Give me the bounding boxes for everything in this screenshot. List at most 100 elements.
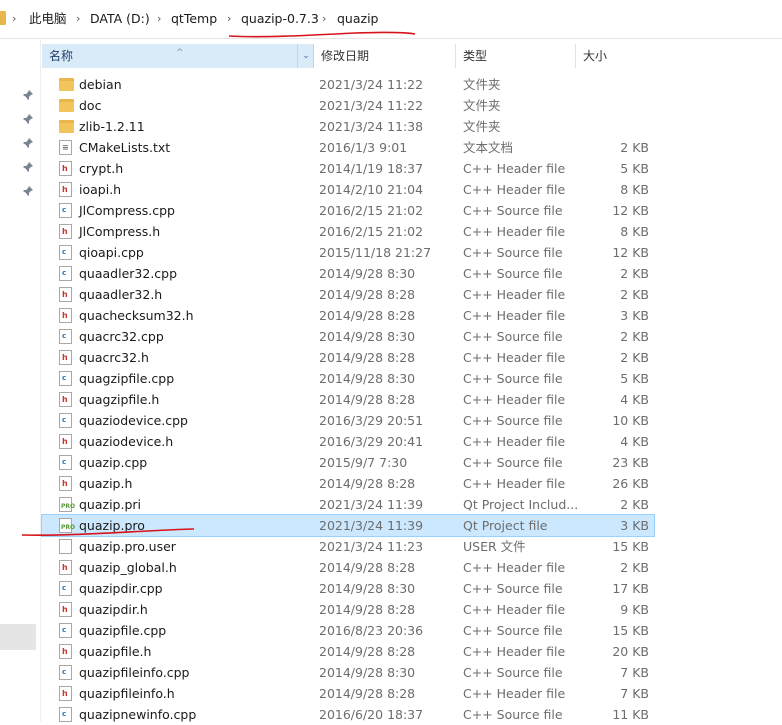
file-type: 文件夹 (463, 119, 501, 134)
navigation-pane[interactable] (0, 39, 41, 722)
file-date: 2015/11/18 21:27 (319, 245, 432, 260)
file-size: 8 KB (620, 224, 649, 239)
file-row[interactable]: c qioapi.cpp 2015/11/18 21:27 C++ Source fi… (42, 242, 654, 263)
file-size: 2 KB (620, 350, 649, 365)
file-type: 文本文档 (463, 140, 514, 155)
file-date: 2014/9/28 8:30 (319, 665, 416, 680)
file-size: 2 KB (620, 140, 649, 155)
pin-icon[interactable] (22, 185, 34, 197)
address-bar[interactable]: › 此电脑 › DATA (D:) › qtTemp › quazip-0.7.… (0, 0, 782, 39)
file-name: quazip.h (79, 476, 133, 491)
file-row[interactable]: c quacrc32.cpp 2014/9/28 8:30 C++ Source fi… (42, 326, 654, 347)
file-name: quazipfileinfo.h (79, 686, 175, 701)
file-row[interactable]: h quachecksum32.h 2014/9/28 8:28 C++ Header… (42, 305, 654, 326)
file-row[interactable]: h quacrc32.h 2014/9/28 8:28 C++ Header file… (42, 347, 654, 368)
header-file-icon: h (59, 476, 72, 491)
file-row[interactable]: c quazipdir.cpp 2014/9/28 8:30 C++ Source f… (42, 578, 654, 599)
file-name: zlib-1.2.11 (79, 119, 145, 134)
chevron-right-icon[interactable]: › (157, 0, 161, 38)
breadcrumb-data-drive[interactable]: DATA (D:) (90, 0, 150, 38)
header-file-icon: h (59, 560, 72, 575)
file-size: 9 KB (620, 602, 649, 617)
file-row[interactable]: c quaziodevice.cpp 2016/3/29 20:51 C++ Sour… (42, 410, 654, 431)
file-row[interactable]: h quaziodevice.h 2016/3/29 20:41 C++ Header… (42, 431, 654, 452)
file-type: Qt Project file (463, 518, 548, 533)
breadcrumb-quazip[interactable]: quazip (337, 0, 379, 38)
file-size: 2 KB (620, 287, 649, 302)
file-date: 2021/3/24 11:22 (319, 98, 424, 113)
file-size: 8 KB (620, 182, 649, 197)
file-size: 23 KB (612, 455, 649, 470)
file-row[interactable]: PRO quazip.pri 2021/3/24 11:39 Qt Project I… (42, 494, 654, 515)
file-row[interactable]: debian 2021/3/24 11:22 文件夹 (42, 74, 654, 95)
pin-icon[interactable] (22, 161, 34, 173)
file-size: 10 KB (612, 413, 649, 428)
header-file-icon: h (59, 224, 72, 239)
file-type: C++ Header file (463, 224, 566, 239)
file-row[interactable]: zlib-1.2.11 2021/3/24 11:38 文件夹 (42, 116, 654, 137)
file-size: 15 KB (612, 539, 649, 554)
file-row[interactable]: c quazip.cpp 2015/9/7 7:30 C++ Source file 2… (42, 452, 654, 473)
file-type: C++ Header file (463, 350, 566, 365)
file-name: JlCompress.cpp (79, 203, 175, 218)
breadcrumb-this-pc[interactable]: 此电脑 (29, 0, 67, 38)
file-row[interactable]: h quagzipfile.h 2014/9/28 8:28 C++ Header f… (42, 389, 654, 410)
breadcrumb-quazip-073[interactable]: quazip-0.7.3 (241, 0, 319, 38)
file-date: 2016/8/23 20:36 (319, 623, 424, 638)
breadcrumb-qttemp[interactable]: qtTemp (171, 0, 217, 38)
pin-icon[interactable] (22, 137, 34, 149)
file-row[interactable]: c quaadler32.cpp 2014/9/28 8:30 C++ Source … (42, 263, 654, 284)
file-row[interactable]: ≡ CMakeLists.txt 2016/1/3 9:01 文本文档 2 KB (42, 137, 654, 158)
file-date: 2014/1/19 18:37 (319, 161, 424, 176)
file-row[interactable]: h quazipdir.h 2014/9/28 8:28 C++ Header fil… (42, 599, 654, 620)
file-size: 2 KB (620, 560, 649, 575)
chevron-right-icon[interactable]: › (227, 0, 231, 38)
pin-icon[interactable] (22, 89, 34, 101)
file-row[interactable]: h crypt.h 2014/1/19 18:37 C++ Header file 5 … (42, 158, 654, 179)
file-type: C++ Header file (463, 161, 566, 176)
pin-icon[interactable] (22, 113, 34, 125)
column-header: 名称 ^ ⌄ 修改日期 类型 大小 (42, 44, 782, 68)
column-header-type[interactable]: 类型 (456, 44, 576, 68)
chevron-right-icon: › (12, 12, 17, 25)
file-type: C++ Source file (463, 665, 563, 680)
file-type: C++ Source file (463, 329, 563, 344)
file-row[interactable]: c quagzipfile.cpp 2014/9/28 8:30 C++ Source… (42, 368, 654, 389)
file-row[interactable]: h quaadler32.h 2014/9/28 8:28 C++ Header fi… (42, 284, 654, 305)
file-row[interactable]: PRO quazip.pro 2021/3/24 11:39 Qt Project f… (41, 514, 655, 537)
file-type: 文件夹 (463, 77, 501, 92)
file-type: C++ Source file (463, 581, 563, 596)
file-type: C++ Header file (463, 644, 566, 659)
file-size: 3 KB (620, 518, 649, 533)
file-name: CMakeLists.txt (79, 140, 171, 155)
file-type: C++ Header file (463, 434, 566, 449)
file-row[interactable]: h quazipfileinfo.h 2014/9/28 8:28 C++ Heade… (42, 683, 654, 704)
column-header-date[interactable]: 修改日期 (314, 44, 456, 68)
file-row[interactable]: c quazipfileinfo.cpp 2014/9/28 8:30 C++ Sou… (42, 662, 654, 683)
chevron-right-icon[interactable]: › (322, 0, 326, 38)
file-row[interactable]: doc 2021/3/24 11:22 文件夹 (42, 95, 654, 116)
nav-selected-item[interactable] (0, 624, 36, 650)
file-list: debian 2021/3/24 11:22 文件夹 doc 2021/3/24 11:… (41, 74, 655, 725)
file-row[interactable]: h ioapi.h 2014/2/10 21:04 C++ Header file 8 … (42, 179, 654, 200)
file-size: 2 KB (620, 497, 649, 512)
file-type: USER 文件 (463, 539, 526, 554)
column-header-size[interactable]: 大小 (576, 44, 666, 68)
chevron-right-icon[interactable]: › (76, 0, 80, 38)
column-header-name[interactable]: 名称 ^ ⌄ (42, 44, 314, 68)
source-file-icon: c (59, 329, 72, 344)
file-row[interactable]: h quazipfile.h 2014/9/28 8:28 C++ Header fi… (42, 641, 654, 662)
qt-project-file-icon: PRO (59, 518, 75, 533)
file-row[interactable]: h quazip.h 2014/9/28 8:28 C++ Header file 26… (42, 473, 654, 494)
file-row[interactable]: quazip.pro.user 2021/3/24 11:23 USER 文件 15 … (42, 536, 654, 557)
file-size: 12 KB (612, 245, 649, 260)
sort-ascending-icon: ^ (176, 48, 184, 58)
file-row[interactable]: c JlCompress.cpp 2016/2/15 21:02 C++ Source… (42, 200, 654, 221)
file-size: 4 KB (620, 434, 649, 449)
file-size: 3 KB (620, 308, 649, 323)
file-row[interactable]: c quazipfile.cpp 2016/8/23 20:36 C++ Source… (42, 620, 654, 641)
chevron-down-icon[interactable]: ⌄ (297, 44, 314, 68)
file-date: 2021/3/24 11:22 (319, 77, 424, 92)
file-row[interactable]: h quazip_global.h 2014/9/28 8:28 C++ Header… (42, 557, 654, 578)
file-row[interactable]: h JlCompress.h 2016/2/15 21:02 C++ Header f… (42, 221, 654, 242)
